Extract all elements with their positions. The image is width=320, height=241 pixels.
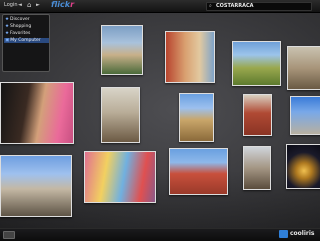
photo-stone-houses[interactable] (287, 46, 320, 90)
source-menu: ★Discover ★Shopping ★Favorites ▣My Compu… (2, 14, 50, 72)
top-toolbar: Login ◄ ► ⌂ flickr ⌕ COSTARRACA (0, 0, 320, 13)
photo-cathedral[interactable] (0, 155, 72, 217)
photo-girl-portrait[interactable] (0, 82, 74, 144)
home-icon[interactable]: ⌂ (27, 1, 31, 9)
search-field[interactable]: ⌕ COSTARRACA (206, 2, 312, 11)
star-icon: ★ (5, 31, 10, 36)
menu-item-label: Favorites (10, 31, 31, 36)
cooliris-logo-icon (279, 230, 288, 238)
login-button[interactable]: Login (4, 2, 18, 8)
search-icon: ⌕ (209, 3, 212, 9)
source-label-part1: flick (51, 0, 71, 9)
photo-garden-terrace[interactable] (232, 41, 281, 86)
star-icon: ★ (5, 17, 10, 22)
menu-item-shopping[interactable]: ★Shopping (5, 24, 31, 29)
source-label-part2: r (70, 0, 75, 9)
photo-red-building[interactable] (169, 148, 228, 195)
photo-church-tower[interactable] (101, 25, 143, 75)
menu-item-my-computer[interactable]: ▣My Computer (4, 38, 49, 43)
photo-red-facade[interactable] (243, 94, 272, 136)
menu-item-label: Shopping (10, 24, 32, 29)
photo-night-building[interactable] (286, 144, 320, 189)
back-icon[interactable]: ◄ (18, 2, 22, 8)
bottom-toolbar: cooliris (0, 228, 320, 241)
photo-church-interior[interactable] (101, 87, 140, 143)
forward-icon[interactable]: ► (36, 2, 40, 8)
brand-label: cooliris (290, 230, 315, 237)
menu-item-label: My Computer (10, 38, 41, 43)
photo-old-church[interactable] (243, 146, 271, 190)
photo-church-facade[interactable] (179, 93, 214, 142)
menu-item-discover[interactable]: ★Discover (5, 17, 30, 22)
photo-market-stall[interactable] (84, 151, 156, 203)
view-toggle-button[interactable] (3, 231, 15, 239)
computer-icon: ▣ (5, 38, 10, 43)
source-selector[interactable]: flickr (51, 0, 74, 9)
search-value: COSTARRACA (216, 3, 254, 9)
menu-item-favorites[interactable]: ★Favorites (5, 31, 30, 36)
menu-item-label: Discover (10, 17, 30, 22)
photo-street-buildings[interactable] (165, 31, 215, 83)
star-icon: ★ (5, 24, 10, 29)
photo-blue-building[interactable] (290, 96, 320, 135)
